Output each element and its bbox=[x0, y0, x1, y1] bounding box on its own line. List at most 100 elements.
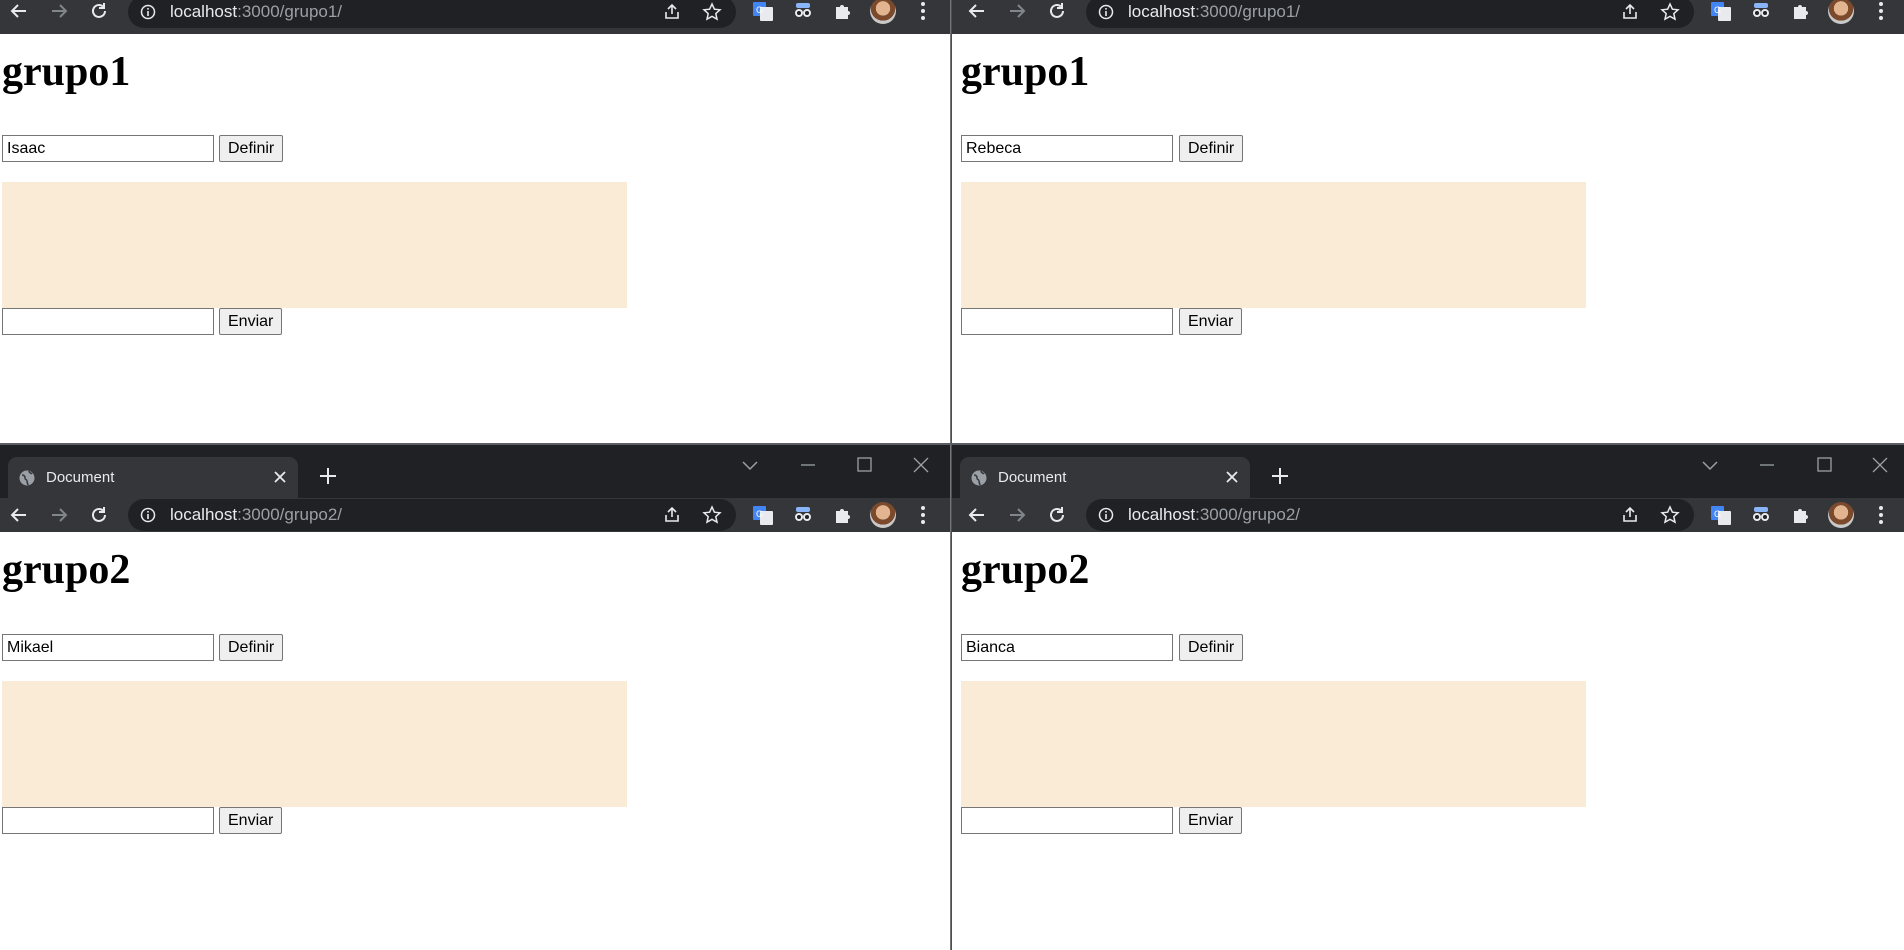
back-icon[interactable] bbox=[966, 504, 988, 526]
maximize-icon[interactable] bbox=[852, 454, 876, 476]
minimize-icon[interactable] bbox=[1755, 454, 1779, 476]
profile-avatar[interactable] bbox=[1828, 0, 1854, 24]
spy-extension-icon[interactable] bbox=[1750, 504, 1772, 526]
address-bar[interactable]: localhost:3000/grupo1/ bbox=[128, 0, 736, 28]
send-button[interactable]: Enviar bbox=[219, 807, 283, 834]
url-text[interactable]: localhost:3000/grupo2/ bbox=[1128, 505, 1300, 525]
page-content: grupo1 Definir Enviar bbox=[0, 34, 950, 443]
send-button[interactable]: Enviar bbox=[1179, 807, 1243, 834]
send-button[interactable]: Enviar bbox=[1179, 308, 1243, 335]
spy-extension-icon[interactable] bbox=[792, 504, 814, 526]
window-divider-vertical bbox=[950, 0, 952, 950]
reload-icon[interactable] bbox=[88, 504, 110, 526]
share-icon[interactable] bbox=[662, 505, 682, 525]
url-host: localhost bbox=[170, 505, 238, 524]
translate-icon[interactable]: G bbox=[752, 0, 774, 22]
define-button[interactable]: Definir bbox=[219, 634, 284, 661]
plus-icon[interactable] bbox=[1268, 464, 1292, 488]
address-bar[interactable]: localhost:3000/grupo1/ bbox=[1086, 0, 1694, 28]
window-divider-horizontal bbox=[0, 443, 1904, 445]
back-icon[interactable] bbox=[8, 504, 30, 526]
info-icon[interactable] bbox=[1098, 507, 1114, 523]
tab-title: Document bbox=[46, 469, 115, 486]
back-icon[interactable] bbox=[8, 0, 30, 22]
url-path: :3000/grupo1/ bbox=[237, 2, 343, 21]
close-icon[interactable] bbox=[270, 467, 290, 487]
chevron-down-icon[interactable] bbox=[738, 454, 762, 476]
browser-tab[interactable]: Document bbox=[8, 457, 298, 499]
menu-icon[interactable] bbox=[912, 504, 934, 526]
minimize-icon[interactable] bbox=[796, 454, 820, 476]
share-icon[interactable] bbox=[1620, 505, 1640, 525]
define-button[interactable]: Definir bbox=[1179, 135, 1244, 162]
star-icon[interactable] bbox=[1660, 2, 1680, 22]
name-input[interactable] bbox=[961, 634, 1173, 661]
translate-icon[interactable]: G bbox=[1710, 504, 1732, 526]
info-icon[interactable] bbox=[1098, 4, 1114, 20]
browser-window-grupo2-right: Document localhost:3000/grupo2/ G grupo2… bbox=[952, 443, 1904, 950]
forward-icon[interactable] bbox=[1006, 0, 1028, 22]
svg-text:G: G bbox=[756, 509, 763, 519]
message-input[interactable] bbox=[961, 807, 1173, 834]
translate-icon[interactable]: G bbox=[1710, 0, 1732, 22]
star-icon[interactable] bbox=[1660, 505, 1680, 525]
page-title: grupo1 bbox=[961, 49, 1090, 95]
puzzle-icon[interactable] bbox=[1790, 0, 1812, 22]
share-icon[interactable] bbox=[1620, 2, 1640, 22]
close-icon[interactable] bbox=[1222, 467, 1242, 487]
url-text[interactable]: localhost:3000/grupo1/ bbox=[170, 2, 342, 22]
address-bar[interactable]: localhost:3000/grupo2/ bbox=[1086, 499, 1694, 531]
define-button[interactable]: Definir bbox=[219, 135, 284, 162]
profile-avatar[interactable] bbox=[870, 502, 896, 528]
message-input[interactable] bbox=[961, 308, 1173, 335]
address-bar[interactable]: localhost:3000/grupo2/ bbox=[128, 499, 736, 531]
browser-toolbar: localhost:3000/grupo2/ G bbox=[0, 498, 950, 532]
page-title: grupo2 bbox=[2, 547, 131, 593]
url-text[interactable]: localhost:3000/grupo2/ bbox=[170, 505, 342, 525]
send-button[interactable]: Enviar bbox=[219, 308, 283, 335]
profile-avatar[interactable] bbox=[870, 0, 896, 24]
chevron-down-icon[interactable] bbox=[1698, 454, 1722, 476]
browser-tab[interactable]: Document bbox=[960, 457, 1250, 499]
globe-icon bbox=[971, 470, 987, 486]
message-input[interactable] bbox=[2, 807, 214, 834]
reload-icon[interactable] bbox=[1046, 504, 1068, 526]
window-close-icon[interactable] bbox=[1868, 454, 1892, 476]
star-icon[interactable] bbox=[702, 2, 722, 22]
name-input[interactable] bbox=[2, 135, 214, 162]
svg-text:G: G bbox=[1714, 509, 1721, 519]
puzzle-icon[interactable] bbox=[1790, 504, 1812, 526]
forward-icon[interactable] bbox=[1006, 504, 1028, 526]
translate-icon[interactable]: G bbox=[752, 504, 774, 526]
spy-extension-icon[interactable] bbox=[1750, 0, 1772, 22]
maximize-icon[interactable] bbox=[1812, 454, 1836, 476]
page-title: grupo1 bbox=[2, 49, 131, 95]
url-host: localhost bbox=[1128, 2, 1196, 21]
share-icon[interactable] bbox=[662, 2, 682, 22]
back-icon[interactable] bbox=[966, 0, 988, 22]
message-input[interactable] bbox=[2, 308, 214, 335]
info-icon[interactable] bbox=[140, 4, 156, 20]
globe-icon bbox=[19, 470, 35, 486]
plus-icon[interactable] bbox=[316, 464, 340, 488]
url-text[interactable]: localhost:3000/grupo1/ bbox=[1128, 2, 1300, 22]
profile-avatar[interactable] bbox=[1828, 502, 1854, 528]
info-icon[interactable] bbox=[140, 507, 156, 523]
reload-icon[interactable] bbox=[1046, 0, 1068, 22]
menu-icon[interactable] bbox=[912, 0, 934, 22]
name-input[interactable] bbox=[2, 634, 214, 661]
spy-extension-icon[interactable] bbox=[792, 0, 814, 22]
browser-toolbar: localhost:3000/grupo1/ G bbox=[952, 0, 1904, 34]
puzzle-icon[interactable] bbox=[832, 504, 854, 526]
puzzle-icon[interactable] bbox=[832, 0, 854, 22]
menu-icon[interactable] bbox=[1870, 0, 1892, 22]
page-content: grupo1 Definir Enviar bbox=[952, 34, 1904, 443]
star-icon[interactable] bbox=[702, 505, 722, 525]
forward-icon[interactable] bbox=[48, 0, 70, 22]
menu-icon[interactable] bbox=[1870, 504, 1892, 526]
reload-icon[interactable] bbox=[88, 0, 110, 22]
define-button[interactable]: Definir bbox=[1179, 634, 1244, 661]
name-input[interactable] bbox=[961, 135, 1173, 162]
window-close-icon[interactable] bbox=[909, 454, 933, 476]
forward-icon[interactable] bbox=[48, 504, 70, 526]
